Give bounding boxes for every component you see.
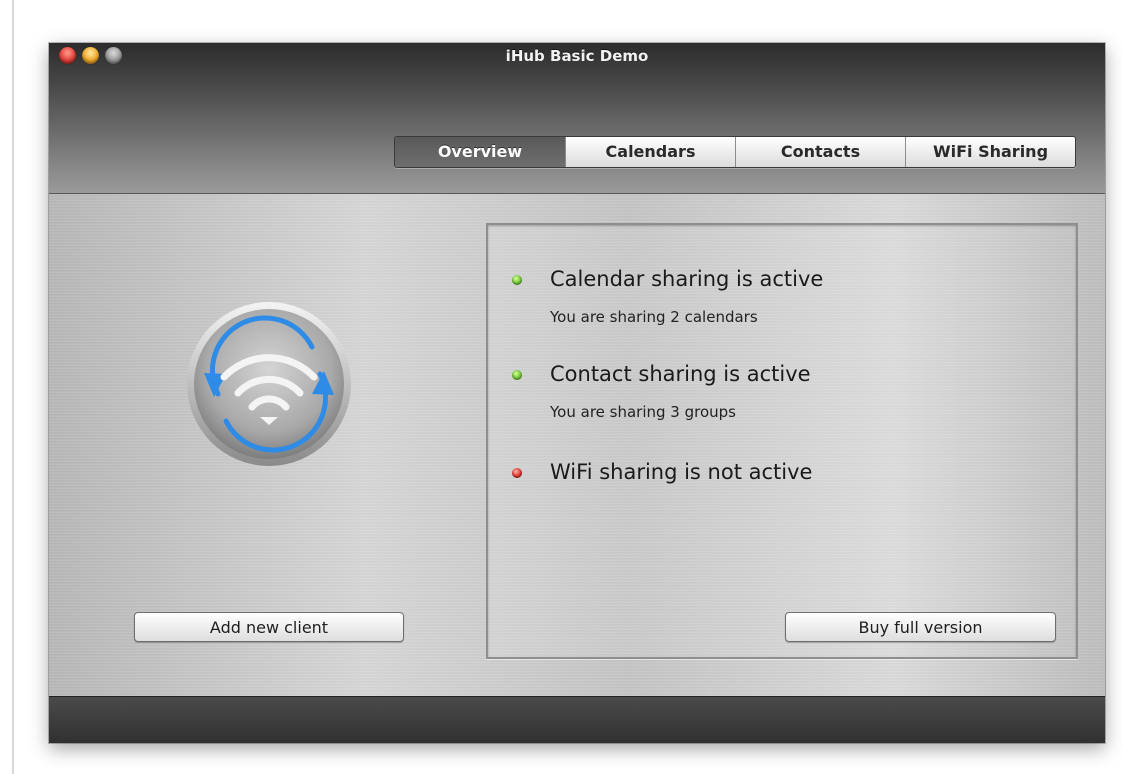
status-dot-green <box>512 275 522 285</box>
status-title: Contact sharing is active <box>550 362 811 386</box>
status-title: WiFi sharing is not active <box>550 460 813 484</box>
tab-bar: Overview Calendars Contacts WiFi Sharing <box>394 136 1076 168</box>
status-dot-green <box>512 370 522 380</box>
tab-calendars[interactable]: Calendars <box>565 137 735 167</box>
bottom-bar <box>49 696 1105 743</box>
wifi-sync-icon <box>187 302 351 466</box>
buy-full-version-button[interactable]: Buy full version <box>785 612 1056 642</box>
add-new-client-button[interactable]: Add new client <box>134 612 404 642</box>
page-edge-divider <box>12 0 14 774</box>
status-detail: You are sharing 2 calendars <box>550 308 758 326</box>
status-panel: Calendar sharing is active You are shari… <box>486 223 1078 659</box>
status-detail: You are sharing 3 groups <box>550 403 736 421</box>
main-content: Add new client Calendar sharing is activ… <box>49 194 1105 696</box>
status-dot-red <box>512 468 522 478</box>
window-title: iHub Basic Demo <box>505 47 649 65</box>
tab-overview[interactable]: Overview <box>395 137 565 167</box>
tab-contacts[interactable]: Contacts <box>735 137 905 167</box>
status-title: Calendar sharing is active <box>550 267 824 291</box>
title-toolbar: iHub Basic Demo Overview Calendars Conta… <box>49 43 1105 194</box>
app-window: iHub Basic Demo Overview Calendars Conta… <box>49 43 1105 743</box>
tab-wifi-sharing[interactable]: WiFi Sharing <box>905 137 1075 167</box>
